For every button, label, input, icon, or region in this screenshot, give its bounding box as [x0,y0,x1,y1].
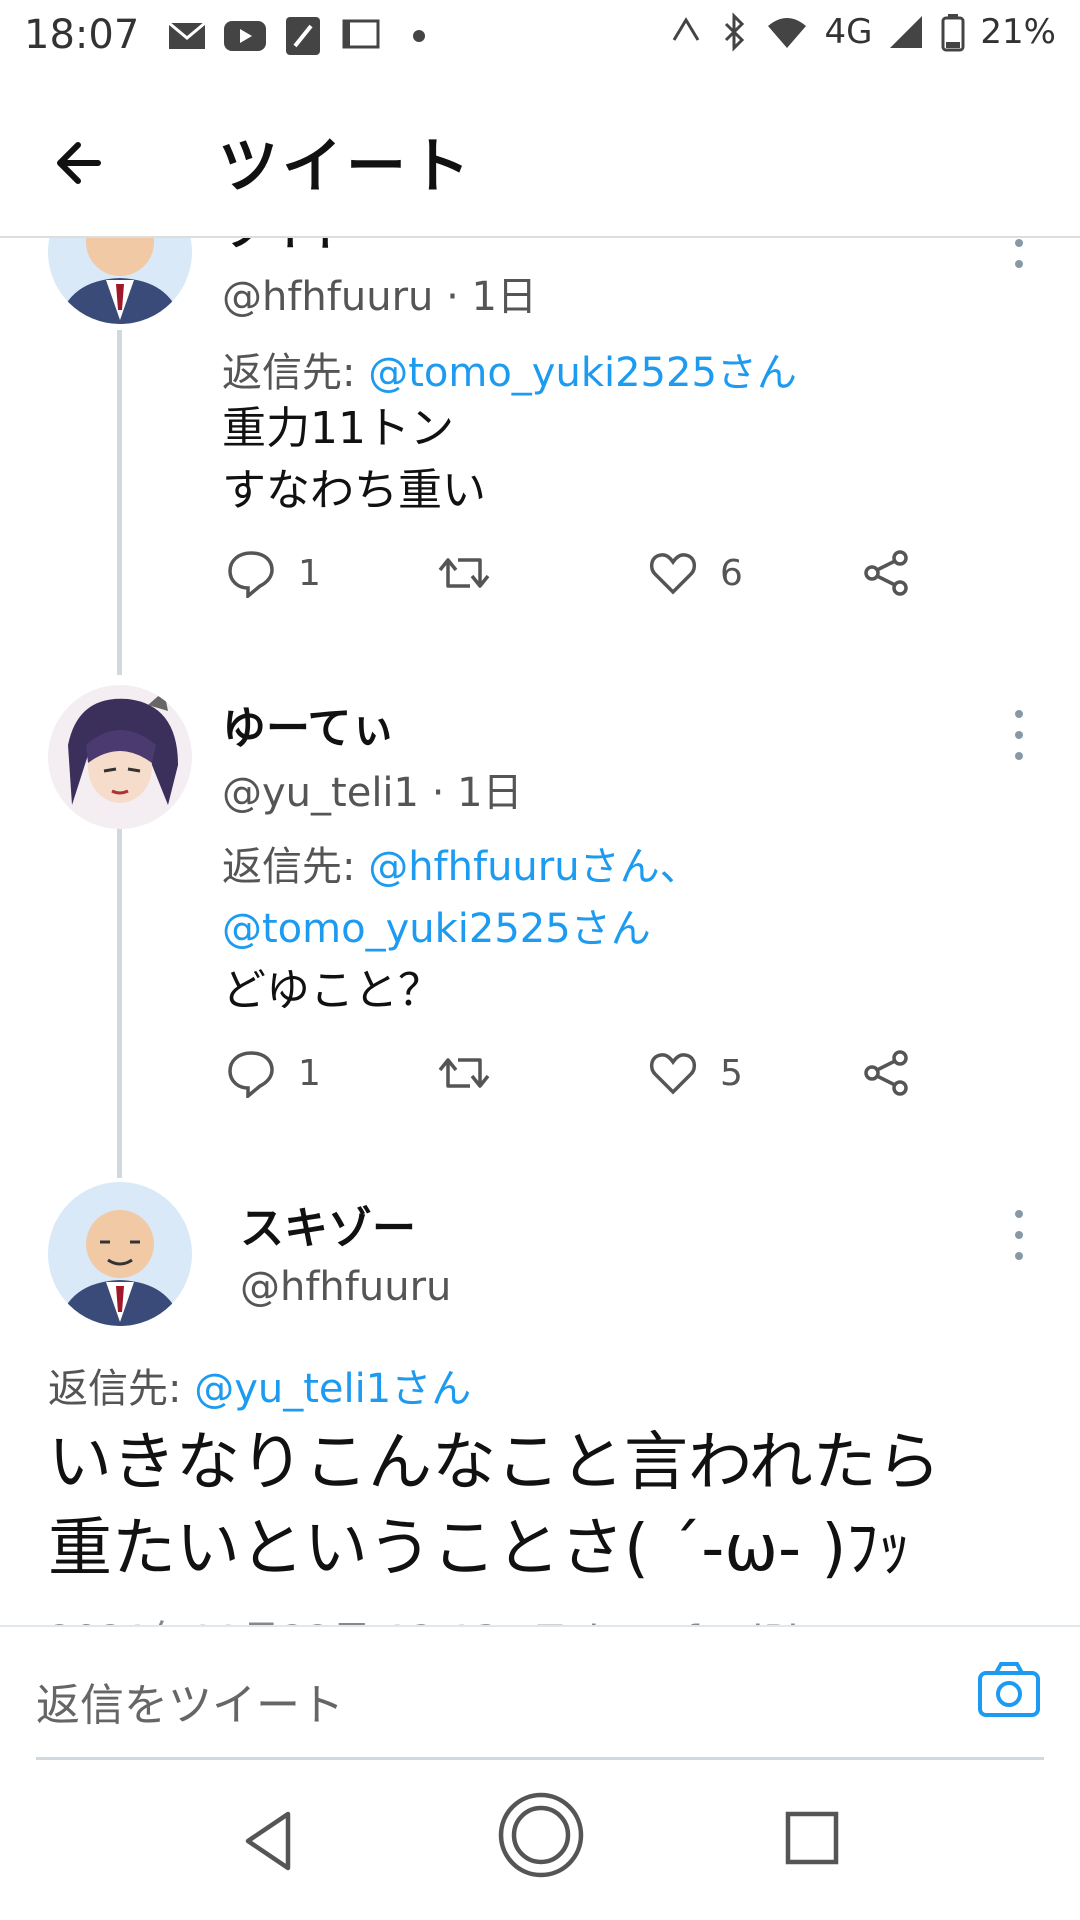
back-button[interactable] [48,128,118,198]
more-icon[interactable] [1012,710,1026,760]
mail-icon [165,14,209,58]
tweet-card[interactable]: ツイド @hfhfuuru · 1日 返信先: @tomo_yuki2525さん… [0,238,1080,648]
tweet-line: どゆこと？ [222,965,442,1016]
nav-back-icon [245,1811,291,1871]
tweet-line: いきなりこんなこと言われたら [48,1426,941,1500]
reply-to: 返信先: @hfhfuuruさん、 @tomo_yuki2525さん [222,836,700,960]
tweet-line: 重たいということさ( ´-ω- )ﾌｯ [48,1512,911,1586]
dot-icon [397,14,441,58]
status-right: 4G 21% [666,12,1056,52]
reply-icon [228,551,274,598]
page-title: ツイート [218,132,474,202]
reply-count: 1 [298,552,321,594]
more-icon[interactable] [1012,238,1026,268]
like-button[interactable]: 5 [648,1048,743,1098]
author-name[interactable]: スキゾー [240,1192,416,1256]
camera-button[interactable] [974,1655,1044,1725]
back-arrow-icon [57,142,101,184]
author-name[interactable]: ツイド [222,238,354,258]
battery-icon [941,14,965,52]
share-button[interactable] [862,548,912,598]
share-button[interactable] [862,1048,912,1098]
author-handle[interactable]: @hfhfuuru [240,1264,451,1310]
author-handle[interactable]: @hfhfuuru [222,274,433,320]
youtube-icon [223,14,267,58]
like-count: 5 [720,1052,743,1094]
reply-button[interactable]: 1 [226,548,321,598]
reply-prefix: 返信先: [222,350,356,396]
status-time: 18:07 [24,12,140,58]
mention-link[interactable]: @tomo_yuki2525さん [368,350,797,396]
reply-icon [228,1051,274,1098]
share-icon [864,550,908,596]
tweet-timestamp: 2021年11月22日 12:13 · Twitter for iPhone [48,1608,887,1625]
reply-to: 返信先: @yu_teli1さん [48,1356,471,1414]
reply-input[interactable]: 返信をツイート [36,1669,344,1733]
reply-underline [36,1757,1044,1760]
reply-prefix: 返信先: [48,1366,182,1412]
tweet-line: 重力11トン [222,403,454,454]
nav-recents-button[interactable] [784,1810,840,1870]
nav-home-button[interactable] [496,1790,586,1884]
like-count: 6 [720,552,743,594]
reply-prefix: 返信先: [222,844,356,890]
tweet-meta: @hfhfuuru · 1日 [222,264,537,322]
battery-level: 21% [980,12,1056,52]
nfc-icon [673,17,700,41]
avatar[interactable] [48,1182,192,1326]
retweet-button[interactable] [436,548,492,598]
reply-bar: 返信をツイート [0,1625,1080,1767]
tweet-card[interactable]: ゆーてぃ @yu_teli1 · 1日 返信先: @hfhfuuruさん、 @t… [0,680,1080,1140]
like-icon [649,553,697,595]
author-handle[interactable]: @yu_teli1 [222,770,419,816]
reply-to: 返信先: @tomo_yuki2525さん [222,340,797,398]
navigation-bar [0,1768,1080,1920]
wifi-icon [768,18,807,48]
network-type: 4G [824,12,873,52]
tweet-line: すなわち重い [222,465,486,516]
signal-icon [890,16,923,48]
nav-back-button[interactable] [238,1806,298,1880]
avatar[interactable] [48,238,192,324]
tweet-text: どゆこと？ [222,960,442,1022]
like-icon [649,1053,697,1095]
au-icon [339,14,383,58]
notification-icons [165,14,441,58]
retweet-button[interactable] [436,1048,492,1098]
like-button[interactable]: 6 [648,548,743,598]
more-icon[interactable] [1012,1210,1026,1260]
tweet-meta: @yu_teli1 · 1日 [222,760,523,818]
status-bar: 18:07 4G 21% [0,0,1080,76]
reply-button[interactable]: 1 [226,1048,321,1098]
nav-recents-icon [785,1811,839,1865]
top-app-bar: ツイート [0,80,1080,238]
note-icon [281,14,325,58]
retweet-icon [438,558,490,588]
tweet-text: いきなりこんなこと言われたら 重たいということさ( ´-ω- )ﾌｯ [48,1420,941,1592]
tweet-time: · 1日 [446,274,537,320]
author-name[interactable]: ゆーてぃ [222,692,395,756]
camera-icon [978,1662,1040,1717]
tweet-time: · 1日 [431,770,523,816]
nav-home-icon [498,1792,584,1878]
share-icon [864,1050,908,1096]
reply-count: 1 [298,1052,321,1094]
mention-link[interactable]: @yu_teli1さん [194,1366,471,1412]
tweet-text: 重力11トン すなわち重い [222,398,486,522]
focused-tweet: スキゾー @hfhfuuru 返信先: @yu_teli1さん いきなりこんなこ… [0,1180,1080,1625]
bluetooth-icon [725,12,745,52]
avatar[interactable] [48,685,192,829]
mention-link[interactable]: @hfhfuuruさん、 [368,844,699,890]
mention-link[interactable]: @tomo_yuki2525さん [222,906,651,952]
retweet-icon [438,1058,490,1088]
